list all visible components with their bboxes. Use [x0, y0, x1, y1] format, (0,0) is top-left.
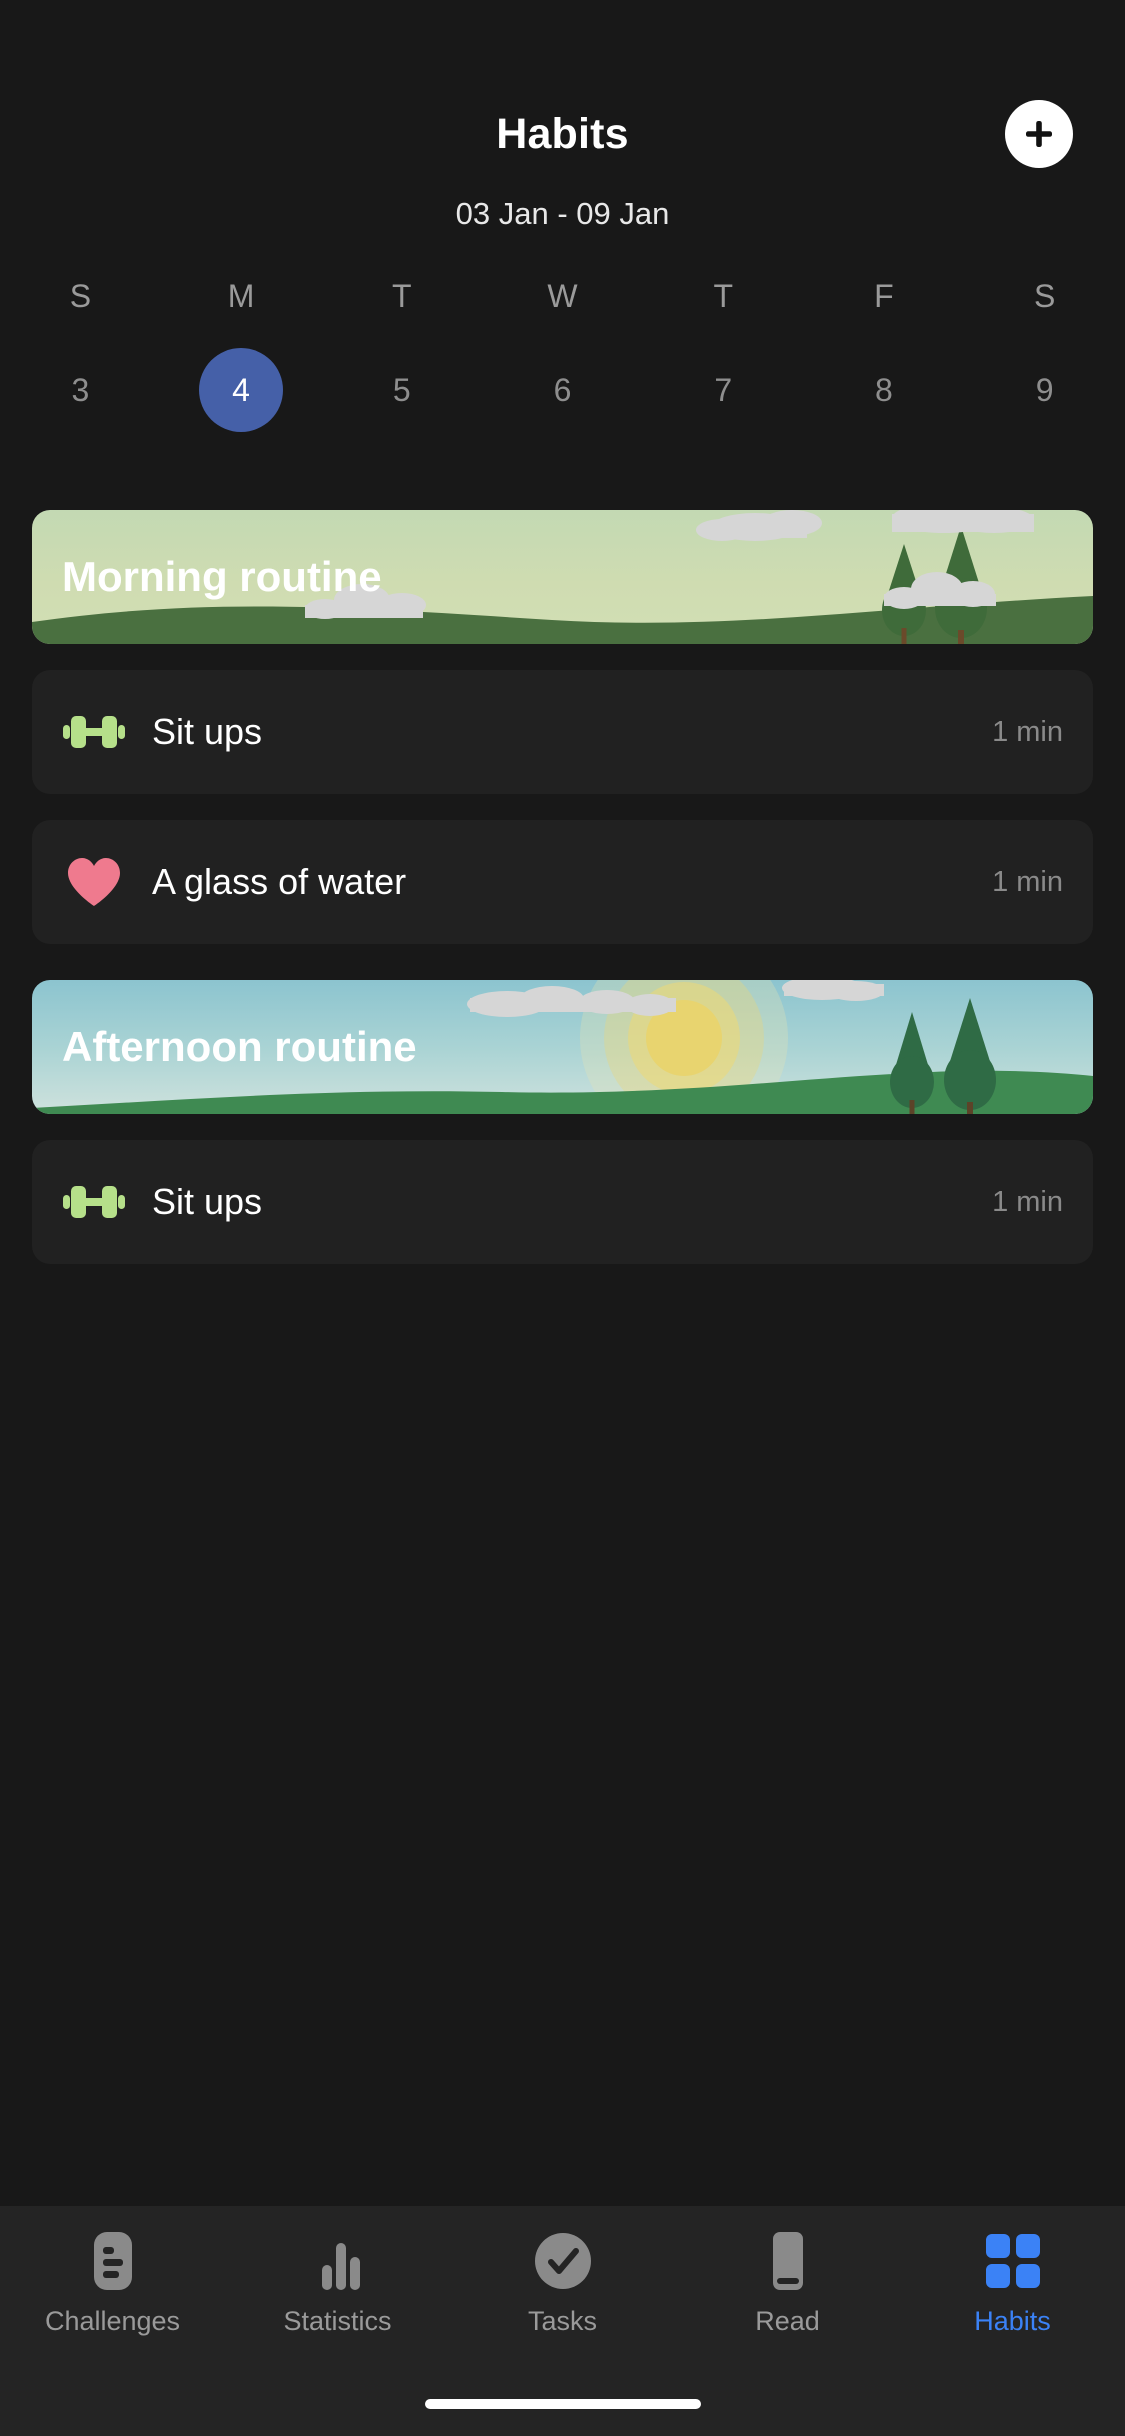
day-number[interactable]: 3: [38, 348, 122, 432]
check-circle-icon: [533, 2230, 593, 2292]
habit-name: A glass of water: [152, 861, 407, 902]
heart-icon: [62, 850, 126, 914]
date-range-label: 03 Jan - 09 Jan: [455, 196, 670, 231]
day-cell[interactable]: 8: [804, 348, 965, 432]
habit-row[interactable]: Sit ups 1 min: [32, 1140, 1093, 1264]
bottom-navigation: Challenges Statistics Tasks Read Habits: [0, 2206, 1125, 2372]
day-number[interactable]: 6: [521, 348, 605, 432]
habit-name: Sit ups: [152, 711, 263, 752]
home-indicator[interactable]: [424, 2399, 701, 2409]
nav-label: Challenges: [44, 2306, 181, 2336]
habit-duration: 1 min: [992, 1185, 1063, 1218]
weekday-initial: T: [713, 278, 733, 314]
nav-label: Read: [755, 2306, 820, 2336]
list-card-icon: [87, 2230, 139, 2292]
habit-row[interactable]: Sit ups 1 min: [32, 670, 1093, 794]
app-screen: Habits 03 Jan - 09 Jan S M T W T F S 3 4…: [0, 0, 1125, 2436]
page-title: Habits: [496, 109, 629, 158]
habit-name: Sit ups: [152, 1181, 263, 1222]
weekday-cell: W: [482, 274, 643, 318]
day-number[interactable]: 5: [360, 348, 444, 432]
dumbbell-icon: [62, 1170, 126, 1234]
habit-duration: 1 min: [992, 865, 1063, 898]
nav-item-statistics[interactable]: Statistics: [225, 2230, 450, 2337]
nav-item-challenges[interactable]: Challenges: [0, 2230, 225, 2337]
weekday-cell: T: [321, 274, 482, 318]
nav-label: Statistics: [283, 2306, 392, 2336]
weekday-initial: F: [874, 278, 894, 314]
weekday-initial: S: [69, 278, 92, 314]
home-indicator-area: [0, 2372, 1125, 2436]
banner-title: Morning routine: [62, 553, 382, 600]
weekday-cell: S: [0, 274, 161, 318]
grid-icon: [984, 2230, 1042, 2292]
habit-duration: 1 min: [992, 715, 1063, 748]
weekday-cell: M: [161, 274, 322, 318]
day-number-selected[interactable]: 4: [199, 348, 284, 432]
day-cell[interactable]: 9: [964, 348, 1125, 432]
day-cell[interactable]: 6: [482, 348, 643, 432]
dumbbell-icon: [62, 700, 126, 764]
weekday-cell: T: [643, 274, 804, 318]
habit-row[interactable]: A glass of water 1 min: [32, 820, 1093, 944]
day-cell[interactable]: 3: [0, 348, 161, 432]
day-number[interactable]: 9: [1003, 348, 1087, 432]
nav-label: Habits: [974, 2306, 1051, 2336]
day-number[interactable]: 8: [842, 348, 926, 432]
weekday-initial: W: [547, 278, 578, 314]
nav-item-tasks[interactable]: Tasks: [450, 2230, 675, 2337]
weekday-initial: T: [392, 278, 412, 314]
plus-icon: [1022, 117, 1056, 151]
day-cell-selected[interactable]: 4: [161, 348, 322, 432]
nav-item-habits[interactable]: Habits: [900, 2230, 1125, 2337]
weekday-cell: S: [964, 274, 1125, 318]
nav-label: Tasks: [527, 2306, 598, 2336]
weekday-initial: S: [1034, 278, 1056, 314]
status-bar-spacer: [0, 0, 1125, 86]
banner-title: Afternoon routine: [62, 1023, 417, 1070]
weekday-cell: F: [804, 274, 965, 318]
day-cell[interactable]: 7: [643, 348, 804, 432]
day-cell[interactable]: 5: [321, 348, 482, 432]
habit-list: Morning routine Sit ups 1 min A glass of…: [0, 510, 1125, 1290]
day-numbers-row: 3 4 5 6 7 8 9: [0, 348, 1125, 432]
bar-chart-icon: [312, 2230, 364, 2292]
day-number[interactable]: 7: [681, 348, 765, 432]
routine-banner-morning[interactable]: Morning routine: [32, 510, 1093, 644]
weekday-initials-row: S M T W T F S: [0, 274, 1125, 318]
weekday-initial: M: [227, 278, 255, 314]
book-icon: [762, 2230, 814, 2292]
header: Habits: [0, 86, 1125, 182]
add-habit-button[interactable]: [1005, 100, 1073, 168]
routine-banner-afternoon[interactable]: Afternoon routine: [32, 980, 1093, 1114]
nav-item-read[interactable]: Read: [675, 2230, 900, 2337]
week-strip: S M T W T F S 3 4 5 6 7 8 9: [0, 274, 1125, 432]
